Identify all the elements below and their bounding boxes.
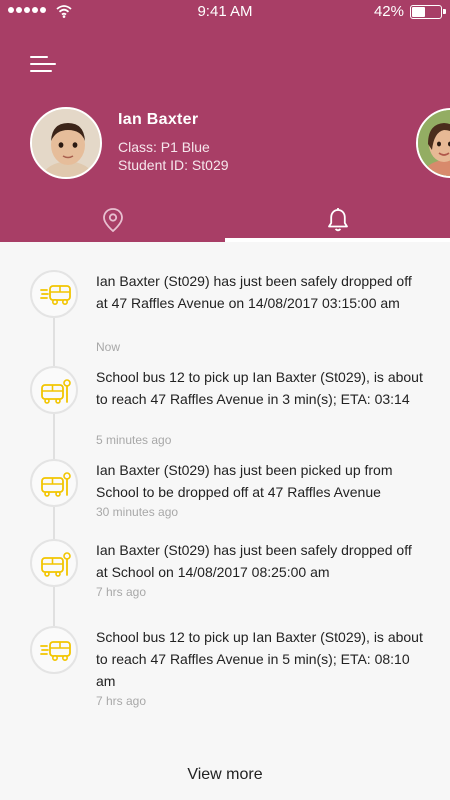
- view-more-button[interactable]: View more: [150, 766, 300, 784]
- notification-text: School bus 12 to pick up Ian Baxter (St0…: [96, 629, 423, 689]
- tab-location[interactable]: [0, 200, 225, 240]
- student-avatar[interactable]: [30, 107, 102, 179]
- notification-time: 7 hrs ago: [96, 694, 147, 708]
- notification-text: Ian Baxter (St029) has just been safely …: [96, 273, 412, 311]
- bus-stop-icon: [30, 459, 78, 507]
- notification-text: Ian Baxter (St029) has just been safely …: [96, 542, 412, 580]
- battery-percentage: 42%: [373, 3, 404, 20]
- location-pin-icon: [103, 208, 123, 233]
- child-portrait-image: [32, 109, 100, 177]
- notification-text: Ian Baxter (St029) has just been picked …: [96, 462, 393, 500]
- notification-time: Now: [96, 340, 121, 354]
- bus-moving-icon: [30, 626, 78, 674]
- battery-cap: [443, 9, 446, 14]
- student-name: Ian Baxter: [118, 111, 199, 128]
- next-student-avatar[interactable]: [416, 108, 450, 178]
- notification-feed: Ian Baxter (St029) has just been safely …: [0, 242, 450, 800]
- app-header: 9:41 AM 42% Ian Baxter Class: P1 Blue St…: [0, 0, 450, 242]
- battery-fill: [412, 7, 425, 17]
- child-portrait-image: [418, 110, 450, 176]
- student-id: Student ID: St029: [118, 157, 229, 173]
- notification-time: 30 minutes ago: [96, 505, 179, 519]
- bus-stop-icon: [30, 366, 78, 414]
- hamburger-menu-icon[interactable]: [30, 52, 56, 76]
- notification-time: 5 minutes ago: [96, 433, 172, 447]
- tab-notifications[interactable]: [225, 200, 450, 240]
- student-class: Class: P1 Blue: [118, 139, 210, 155]
- battery-icon: [410, 5, 442, 19]
- notification-text: School bus 12 to pick up Ian Baxter (St0…: [96, 369, 423, 407]
- bell-icon: [328, 208, 348, 232]
- status-bar: 9:41 AM 42%: [0, 0, 450, 24]
- bus-moving-icon: [30, 270, 78, 318]
- bus-stop-icon: [30, 539, 78, 587]
- notification-time: 7 hrs ago: [96, 585, 147, 599]
